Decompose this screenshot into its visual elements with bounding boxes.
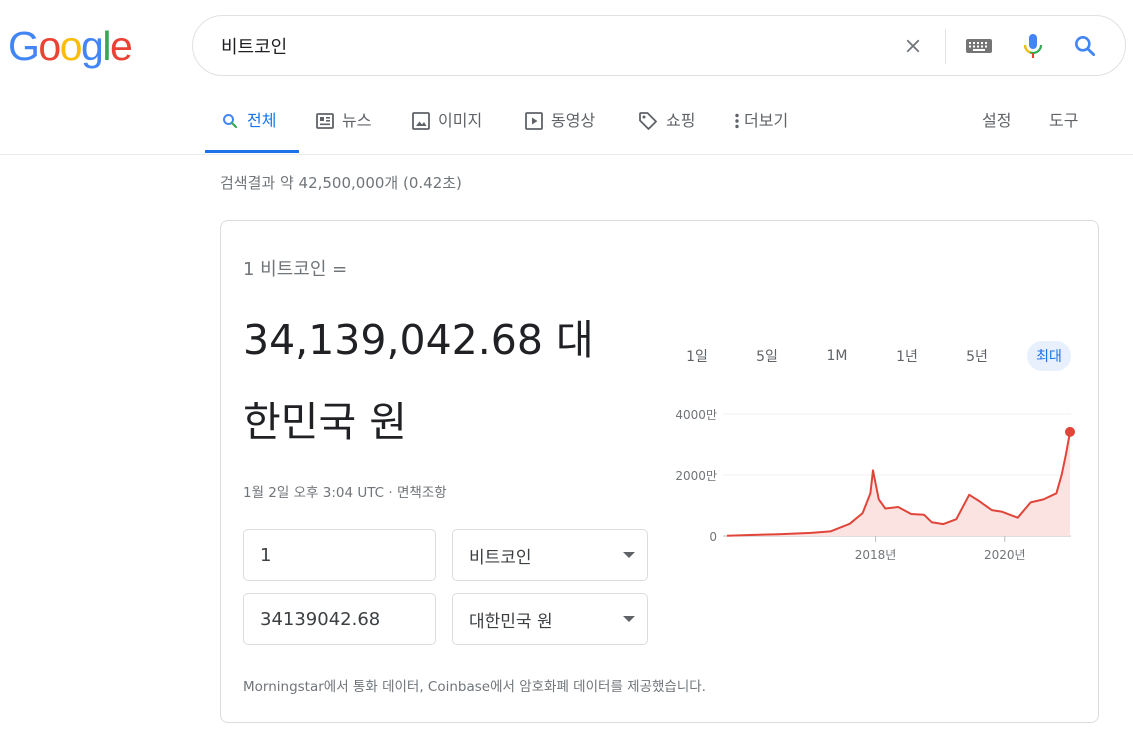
y-tick-label: 2000만 xyxy=(675,469,717,483)
amount-input[interactable]: 1 xyxy=(243,529,436,581)
to-currency-value: 대한민국 원 xyxy=(469,611,553,632)
currency-converter-card: 1 비트코인 = 34,139,042.68 대 한민국 원 1월 2일 오후 … xyxy=(220,220,1099,723)
conversion-label: 1 비트코인 = xyxy=(243,259,348,280)
from-currency-select[interactable]: 비트코인 xyxy=(452,529,648,581)
tools-link[interactable]: 도구 xyxy=(1049,100,1078,152)
search-divider xyxy=(945,29,946,64)
tab-label: 전체 xyxy=(247,111,277,130)
range-5d[interactable]: 5일 xyxy=(747,341,787,371)
tab-label: 이미지 xyxy=(438,111,483,130)
logo-letter: o xyxy=(59,23,83,69)
range-5y[interactable]: 5년 xyxy=(957,341,997,371)
result-stats: 검색결과 약 42,500,000개 (0.42초) xyxy=(220,174,462,192)
logo-letter: G xyxy=(8,23,40,69)
search-icon xyxy=(221,110,239,132)
result-input[interactable]: 34139042.68 xyxy=(243,593,436,645)
y-tick-label: 0 xyxy=(709,530,717,544)
price-chart: 4000만 2000만 0 2018년 2020년 xyxy=(675,408,1075,562)
converted-value: 34,139,042.68 대 한민국 원 xyxy=(243,299,643,463)
tab-videos[interactable]: 동영상 xyxy=(525,100,595,152)
range-1y[interactable]: 1년 xyxy=(887,341,927,371)
google-logo[interactable]: Google xyxy=(8,23,133,69)
range-1m[interactable]: 1M xyxy=(817,341,857,371)
search-tabs: 전체 뉴스 이미지 동영상 쇼핑 더보기 설정 도구 xyxy=(0,100,1133,155)
to-currency-select[interactable]: 대한민국 원 xyxy=(452,593,648,645)
more-icon xyxy=(734,110,740,132)
news-icon xyxy=(316,110,334,132)
logo-letter: g xyxy=(81,23,104,69)
result-input-value: 34139042.68 xyxy=(260,608,381,630)
logo-letter: o xyxy=(38,23,61,69)
tab-label: 동영상 xyxy=(551,111,596,130)
chevron-down-icon xyxy=(623,616,635,622)
range-max[interactable]: 최대 xyxy=(1027,341,1071,371)
search-input[interactable]: 비트코인 xyxy=(221,33,287,59)
converted-value-line1: 34,139,042.68 대 xyxy=(243,316,594,364)
tab-images[interactable]: 이미지 xyxy=(412,100,482,152)
settings-link[interactable]: 설정 xyxy=(982,100,1011,152)
from-currency-value: 비트코인 xyxy=(469,547,532,568)
image-icon xyxy=(412,110,430,132)
timestamp-disclaimer[interactable]: 1월 2일 오후 3:04 UTC · 면책조항 xyxy=(243,481,447,501)
keyboard-icon[interactable] xyxy=(963,30,995,62)
tag-icon xyxy=(638,110,658,132)
data-source-note: Morningstar에서 통화 데이터, Coinbase에서 암호화폐 데이… xyxy=(243,679,706,695)
tab-label: 더보기 xyxy=(744,111,789,130)
y-tick-label: 4000만 xyxy=(675,408,717,422)
x-tick-label: 2018년 xyxy=(855,548,897,562)
tab-label: 뉴스 xyxy=(342,111,372,130)
tab-more[interactable]: 더보기 xyxy=(734,100,788,152)
logo-letter: e xyxy=(109,23,133,69)
search-icon[interactable] xyxy=(1069,30,1101,62)
converted-value-line2: 한민국 원 xyxy=(243,398,407,446)
mic-icon[interactable] xyxy=(1017,30,1049,62)
chevron-down-icon xyxy=(623,552,635,558)
price-area xyxy=(727,431,1070,536)
video-icon xyxy=(525,110,543,132)
settings-label: 설정 xyxy=(982,111,1012,130)
clear-icon[interactable] xyxy=(897,30,929,62)
range-1d[interactable]: 1일 xyxy=(677,341,717,371)
tab-label: 쇼핑 xyxy=(666,111,696,130)
tab-all[interactable]: 전체 xyxy=(205,100,299,153)
tools-label: 도구 xyxy=(1049,111,1079,130)
logo-letter: l xyxy=(102,23,111,69)
tab-news[interactable]: 뉴스 xyxy=(316,100,371,152)
tab-shopping[interactable]: 쇼핑 xyxy=(638,100,695,152)
x-tick-label: 2020년 xyxy=(984,548,1026,562)
search-box[interactable]: 비트코인 xyxy=(192,15,1126,76)
amount-input-value: 1 xyxy=(260,544,272,566)
latest-price-dot[interactable] xyxy=(1065,426,1075,437)
